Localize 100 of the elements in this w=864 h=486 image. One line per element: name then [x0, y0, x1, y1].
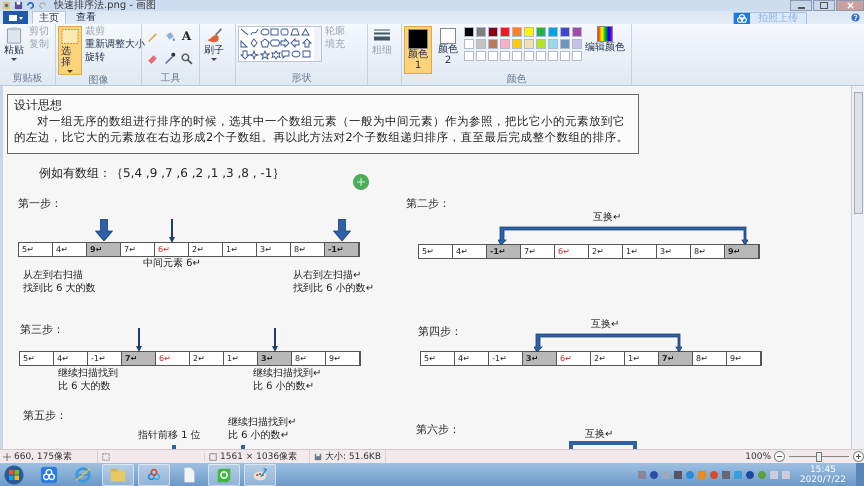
array-cell: 2↵	[189, 243, 223, 256]
palette-swatch[interactable]	[536, 27, 546, 37]
step-title: 第一步：	[18, 196, 62, 211]
palette-swatch[interactable]	[536, 39, 546, 49]
array-cell: 6↵	[156, 352, 190, 365]
swap-label: 互换↵	[593, 211, 622, 224]
undo-icon[interactable]	[26, 1, 35, 10]
array-cell: 6↵	[557, 352, 591, 365]
color-spectrum-icon	[597, 26, 613, 42]
palette-swatch[interactable]	[524, 27, 534, 37]
caret-icon	[67, 70, 73, 73]
palette-swatch[interactable]	[560, 27, 570, 37]
vertical-scrollbar[interactable]	[851, 86, 864, 449]
palette-swatch[interactable]	[488, 27, 498, 37]
palette-swatch[interactable]	[464, 39, 474, 49]
palette-swatch[interactable]	[488, 39, 498, 49]
palette-swatch[interactable]	[512, 51, 522, 61]
palette-swatch[interactable]	[524, 51, 534, 61]
help-icon[interactable]	[851, 13, 860, 22]
array-cell: 5↵	[20, 352, 54, 365]
color-picker-icon[interactable]	[163, 52, 176, 64]
palette-swatch[interactable]	[536, 51, 546, 61]
paste-button[interactable]: 粘贴	[2, 26, 26, 62]
select-button[interactable]: 选择	[58, 26, 82, 75]
menu-icon	[8, 14, 24, 22]
palette-swatch[interactable]	[572, 51, 582, 61]
palette-swatch[interactable]	[512, 39, 522, 49]
file-size: 大小: 51.6KB	[325, 450, 382, 463]
intro-paragraph: 对一组无序的数组进行排序的时候，选其中一个数组元素（一般为中间元素）作为参照，把比它小的元素放到它的左边，比它大的元素放在右边形成2个子数组。再以此方法对2个子数组递归排序，直至最后完成整个数组的排序。	[14, 113, 630, 145]
palette-swatch[interactable]	[476, 39, 486, 49]
zoom-level: 100%	[745, 452, 771, 462]
array-cell: 7↵	[121, 243, 155, 256]
shape-gallery[interactable]	[238, 26, 322, 62]
ribbon-tab[interactable]: 查看	[70, 11, 102, 24]
palette-swatch[interactable]	[548, 27, 558, 37]
restore-button[interactable]	[813, 0, 835, 11]
array-cell: 3↵	[523, 352, 557, 365]
caret-icon	[11, 58, 17, 61]
palette-swatch[interactable]	[524, 39, 534, 49]
resize-button[interactable]: 重新调整大小	[85, 39, 145, 51]
group-label: 工具	[160, 73, 180, 85]
crosshair-icon	[3, 452, 11, 460]
palette-swatch[interactable]	[488, 51, 498, 61]
array-cell: -1↵	[489, 352, 523, 365]
save-icon[interactable]	[14, 1, 23, 10]
zoom-in-button[interactable]	[853, 451, 864, 462]
array-cell: 2↵	[589, 245, 623, 258]
palette-swatch[interactable]	[512, 27, 522, 37]
step-title: 第五步：	[23, 408, 67, 423]
group-label: 图像	[88, 75, 108, 87]
color-2-button[interactable]: 颜色 2	[435, 26, 461, 68]
color-1-button[interactable]: 颜色 1	[404, 26, 432, 74]
palette-swatch[interactable]	[572, 39, 582, 49]
palette-swatch[interactable]	[500, 51, 510, 61]
edit-colors-button[interactable]: 编辑颜色	[585, 26, 625, 53]
file-menu-button[interactable]	[3, 11, 28, 24]
caret-icon	[211, 58, 217, 61]
palette-swatch[interactable]	[476, 51, 486, 61]
array-cell: -1↵	[88, 352, 122, 365]
swap-label: 互换↵	[591, 318, 620, 331]
array-cell: 7↵	[659, 352, 693, 365]
network-icon[interactable]	[782, 470, 790, 478]
palette-swatch[interactable]	[560, 39, 570, 49]
array-cell: 7↵	[521, 245, 555, 258]
palette-swatch[interactable]	[572, 27, 582, 37]
brushes-button[interactable]: 刷子	[202, 26, 226, 62]
ribbon-tab[interactable]: 主页	[32, 11, 66, 24]
rotate-button[interactable]: 旋转	[85, 52, 145, 64]
qt-app-icon[interactable]	[208, 464, 240, 486]
annotation-text: 继续扫描找到 比 6 大的数	[58, 367, 118, 393]
brush-icon	[205, 27, 223, 44]
redo-icon[interactable]	[38, 1, 47, 10]
slider-thumb[interactable]	[816, 452, 822, 462]
palette-swatch[interactable]	[464, 27, 474, 37]
start-button[interactable]	[4, 464, 24, 484]
minimize-button[interactable]	[790, 0, 812, 11]
volume-icon[interactable]	[770, 470, 778, 478]
group-label: 颜色	[506, 74, 526, 86]
text-tool[interactable]: A	[180, 30, 193, 43]
cursor-position: 660, 175像素	[14, 450, 72, 463]
array-cell: 1↵	[625, 352, 659, 365]
close-button[interactable]	[836, 0, 864, 11]
palette-swatch[interactable]	[500, 39, 510, 49]
palette-swatch[interactable]	[560, 51, 570, 61]
palette-swatch[interactable]	[464, 51, 474, 61]
magnifier-icon[interactable]	[180, 52, 193, 64]
zoom-out-button[interactable]	[774, 451, 785, 462]
array-cell: 5↵	[419, 245, 453, 258]
array-cell: 7↵	[122, 352, 156, 365]
folder-icon[interactable]	[102, 464, 134, 486]
paint-app-icon[interactable]	[244, 464, 276, 486]
cursor-highlight-icon	[353, 174, 369, 190]
palette-swatch[interactable]	[548, 39, 558, 49]
array-cell: 6↵	[155, 243, 189, 256]
cloud-app-icon[interactable]	[138, 464, 170, 486]
array-cell: 5↵	[19, 243, 53, 256]
palette-swatch[interactable]	[476, 27, 486, 37]
array-cell: -1↵	[325, 243, 359, 256]
palette-swatch[interactable]	[548, 51, 558, 61]
palette-swatch[interactable]	[500, 27, 510, 37]
